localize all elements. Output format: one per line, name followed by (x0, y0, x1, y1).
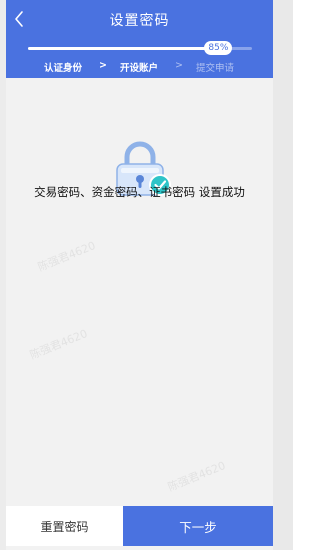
right-edge (273, 0, 293, 550)
step-submit-application: 提交申请 (196, 63, 235, 74)
reset-password-button[interactable]: 重置密码 (6, 506, 123, 546)
app-frame: 设置密码 85% 认证身份 > 开设账户 > 提交申请 陈强君4620 陈强君4… (0, 0, 293, 550)
step-separator: > (99, 60, 107, 71)
watermark: 陈强君4620 (35, 239, 98, 274)
success-message: 交易密码、资金密码、证书密码 设置成功 (34, 185, 245, 199)
progress-bar: 85% (28, 41, 252, 55)
header: 设置密码 85% 认证身份 > 开设账户 > 提交申请 (6, 0, 273, 78)
progress-badge: 85% (204, 41, 233, 55)
step-verify-identity: 认证身份 (44, 63, 83, 74)
page-title: 设置密码 (109, 13, 170, 29)
main-content: 陈强君4620 陈强君4620 陈强君4620 交易密码、资金密码、证书密码 设… (6, 78, 273, 506)
bottom-action-bar: 重置密码 下一步 (6, 506, 273, 546)
progress-fill (28, 47, 219, 50)
step-open-account: 开设账户 (120, 63, 159, 74)
step-separator: > (175, 60, 183, 71)
step-indicator: 认证身份 > 开设账户 > 提交申请 (6, 60, 273, 74)
watermark: 陈强君4620 (27, 327, 90, 362)
next-step-button[interactable]: 下一步 (123, 506, 273, 546)
watermark: 陈强君4620 (165, 459, 228, 494)
